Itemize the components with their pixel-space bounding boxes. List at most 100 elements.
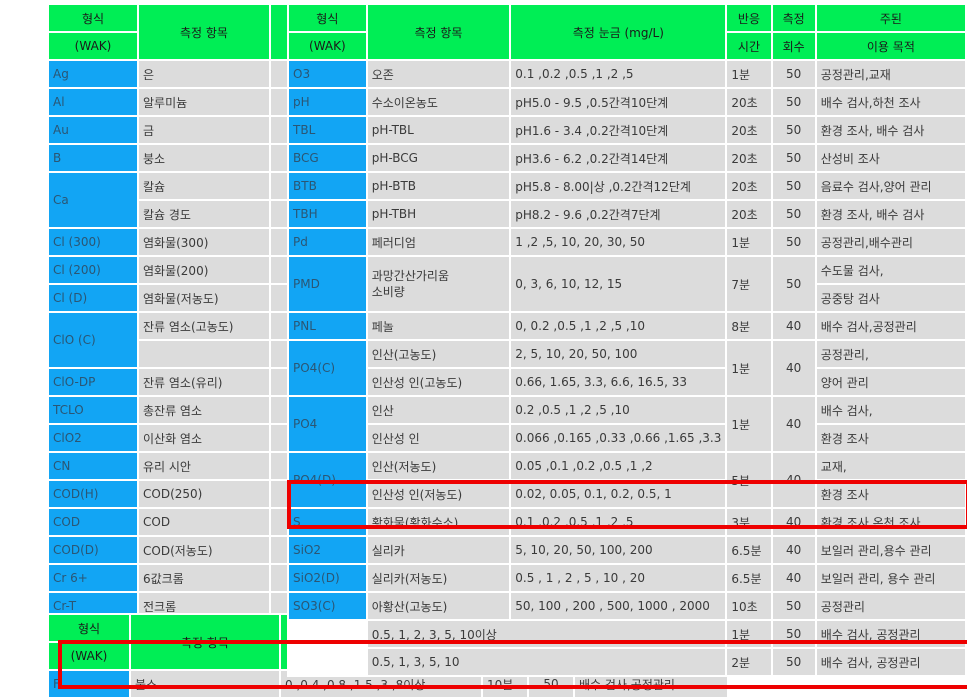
occlusion-mask	[287, 0, 967, 3]
header-scale: 측정 눈금 (mg/L)	[511, 5, 726, 59]
table-row: 0.5, 1, 3, 5, 10 2분 50 배수 검사, 공정관리	[289, 649, 965, 675]
row-scale: 5, 10, 20, 50, 100, 200	[511, 537, 726, 563]
row-purpose: 환경 조사, 배수 검사	[816, 117, 965, 143]
header-type-top: 형식	[289, 5, 366, 31]
row-purpose: 배수 검사,하천 조사	[816, 89, 965, 115]
row-code: COD	[49, 509, 137, 535]
row-item: 잔류 염소(유리)	[139, 369, 269, 395]
header-type-bottom: (WAK)	[49, 643, 129, 669]
row-code: Ag	[49, 61, 137, 87]
row-purpose: 환경 조사, 배수 검사	[816, 201, 965, 227]
header-reaction-top: 반응	[727, 5, 771, 31]
row-code: SiO2(D)	[289, 565, 366, 591]
row-measure-count: 50	[772, 145, 815, 171]
header-purpose-top: 주된	[816, 5, 965, 31]
row-code: CN	[49, 453, 137, 479]
row-purpose: 배수 검사,	[816, 397, 965, 423]
row-reaction-time: 1분	[727, 621, 771, 647]
row-code: O3	[289, 61, 366, 87]
row-purpose: 산성비 조사	[816, 145, 965, 171]
row-purpose: 배수 검사, 공정관리	[816, 649, 965, 675]
row-code: Cl (D)	[49, 285, 137, 311]
table-row: TBL pH-TBL pH1.6 - 3.4 ,0.2간격10단계 20초 50 환경 조…	[289, 117, 965, 143]
row-item: 알루미늄	[139, 89, 269, 115]
table-row: SiO2 실리카 5, 10, 20, 50, 100, 200 6.5분 40 보일러 …	[289, 537, 965, 563]
row-purpose: 보일러 관리, 용수 관리	[816, 565, 965, 591]
table-row: TBH pH-TBH pH8.2 - 9.6 ,0.2간격7단계 20초 50 환경 조사…	[289, 201, 965, 227]
row-measure-count: 50	[772, 649, 815, 675]
row-item: 실리카	[367, 537, 510, 563]
row-item: 6값크롬	[139, 565, 269, 591]
row-scale: pH5.0 - 9.5 ,0.5간격10단계	[511, 89, 726, 115]
row-code: Cl (200)	[49, 257, 137, 283]
row-scale: 0.1 ,0.2 ,0.5 ,1 ,2 ,5	[511, 61, 726, 87]
row-item: 페러디엄	[367, 229, 510, 255]
row-scale: 0.05 ,0.1 ,0.2 ,0.5 ,1 ,2	[511, 453, 726, 479]
row-scale: 0.5 , 1 , 2 , 5 , 10 , 20	[511, 565, 726, 591]
row-reaction-time: 1분	[727, 341, 771, 395]
header-reaction-bottom: 시간	[727, 33, 771, 59]
row-code: pH	[289, 89, 366, 115]
right-table-body: O3 오존 0.1 ,0.2 ,0.5 ,1 ,2 ,5 1분 50 공정관리,교재 pH 수…	[289, 61, 965, 675]
header-item: 측정 항목	[131, 615, 279, 669]
row-code: SiO2	[289, 537, 366, 563]
row-scale: pH8.2 - 9.6 ,0.2간격7단계	[511, 201, 726, 227]
row-code: ClO (C)	[49, 313, 137, 367]
row-item: 인산(고농도)	[367, 341, 510, 367]
row-item: pH-TBH	[367, 201, 510, 227]
row-purpose: 배수 검사, 공정관리	[816, 621, 965, 647]
row-code: COD(D)	[49, 537, 137, 563]
row-reaction-time: 20초	[727, 89, 771, 115]
header-type-bottom: (WAK)	[49, 33, 137, 59]
row-code: Ca	[49, 173, 137, 227]
right-measurement-table: 형식 측정 항목 측정 눈금 (mg/L) 반응 측정 주된 (WAK) 시간 …	[287, 3, 967, 677]
row-item: 실리카(저농도)	[367, 565, 510, 591]
row-measure-count: 40	[772, 397, 815, 451]
row-item: COD(250)	[139, 481, 269, 507]
row-item: COD(저농도)	[139, 537, 269, 563]
row-item: 인산(저농도)	[367, 453, 510, 479]
row-code: Pd	[289, 229, 366, 255]
table-row: Pd 페러디엄 1 ,2 ,5, 10, 20, 30, 50 1분 50 공정관리,배수…	[289, 229, 965, 255]
row-item: 이산화 염소	[139, 425, 269, 451]
row-purpose: 환경 조사,온천 조사	[816, 509, 965, 535]
table-row: BTB pH-BTB pH5.8 - 8.00|상 ,0.2간격12단계 20초 50 음…	[289, 173, 965, 199]
row-code: F	[49, 671, 129, 697]
row-scale: 0.2 ,0.5 ,1 ,2 ,5 ,10	[511, 397, 726, 423]
row-reaction-time: 6.5분	[727, 565, 771, 591]
table-row: 0.5, 1, 2, 3, 5, 10이상 1분 50 배수 검사, 공정관리	[289, 621, 965, 647]
row-reaction-time: 20초	[727, 201, 771, 227]
header-count-top: 측정	[772, 5, 815, 31]
right-table-head: 형식 측정 항목 측정 눈금 (mg/L) 반응 측정 주된 (WAK) 시간 …	[289, 5, 965, 59]
table-row: PO4(C) 인산(고농도) 2, 5, 10, 20, 50, 100 1분 40 공정…	[289, 341, 965, 395]
row-purpose: 음료수 검사,양어 관리	[816, 173, 965, 199]
row-code: PMD	[289, 257, 366, 311]
row-item: COD	[139, 509, 269, 535]
row-code: Cl (300)	[49, 229, 137, 255]
row-item: 과망간산가리움 소비량	[367, 257, 510, 311]
right-header-row-1: 형식 측정 항목 측정 눈금 (mg/L) 반응 측정 주된	[289, 5, 965, 59]
row-reaction-time: 1분	[727, 229, 771, 255]
row-purpose: 공중탕 검사	[816, 285, 965, 311]
table-row: 인산성 인(고농도) 0.66, 1.65, 3.3, 6.6, 16.5, 33…	[289, 369, 965, 395]
table-row: BCG pH-BCG pH3.6 - 6.2 ,0.2간격14단계 20초 50 산성비 …	[289, 145, 965, 171]
row-value: 0.5, 1, 2, 3, 5, 10이상	[367, 621, 726, 647]
table-row: O3 오존 0.1 ,0.2 ,0.5 ,1 ,2 ,5 1분 50 공정관리,교재	[289, 61, 965, 87]
row-item: pH-TBL	[367, 117, 510, 143]
row-code: TBL	[289, 117, 366, 143]
right-table: 형식 측정 항목 측정 눈금 (mg/L) 반응 측정 주된 (WAK) 시간 …	[287, 3, 967, 677]
row-item: 페놀	[367, 313, 510, 339]
row-code: ClO-DP	[49, 369, 137, 395]
header-purpose-bottom: 이용 목적	[816, 33, 965, 59]
row-measure-count: 50	[772, 173, 815, 199]
row-code: PO4(D)	[289, 453, 366, 507]
header-type-top: 형식	[49, 5, 137, 31]
row-purpose: 공정관리,	[816, 341, 965, 367]
row-item: 수소이온농도	[367, 89, 510, 115]
header-item: 측정 항목	[367, 5, 510, 59]
row-code: TCLO	[49, 397, 137, 423]
row-measure-count: 40	[772, 565, 815, 591]
row-reaction-time: 5분	[727, 453, 771, 507]
row-reaction-time: 2분	[727, 649, 771, 675]
row-scale: 0.1 ,0.2 ,0.5 ,1 ,2 ,5	[511, 509, 726, 535]
